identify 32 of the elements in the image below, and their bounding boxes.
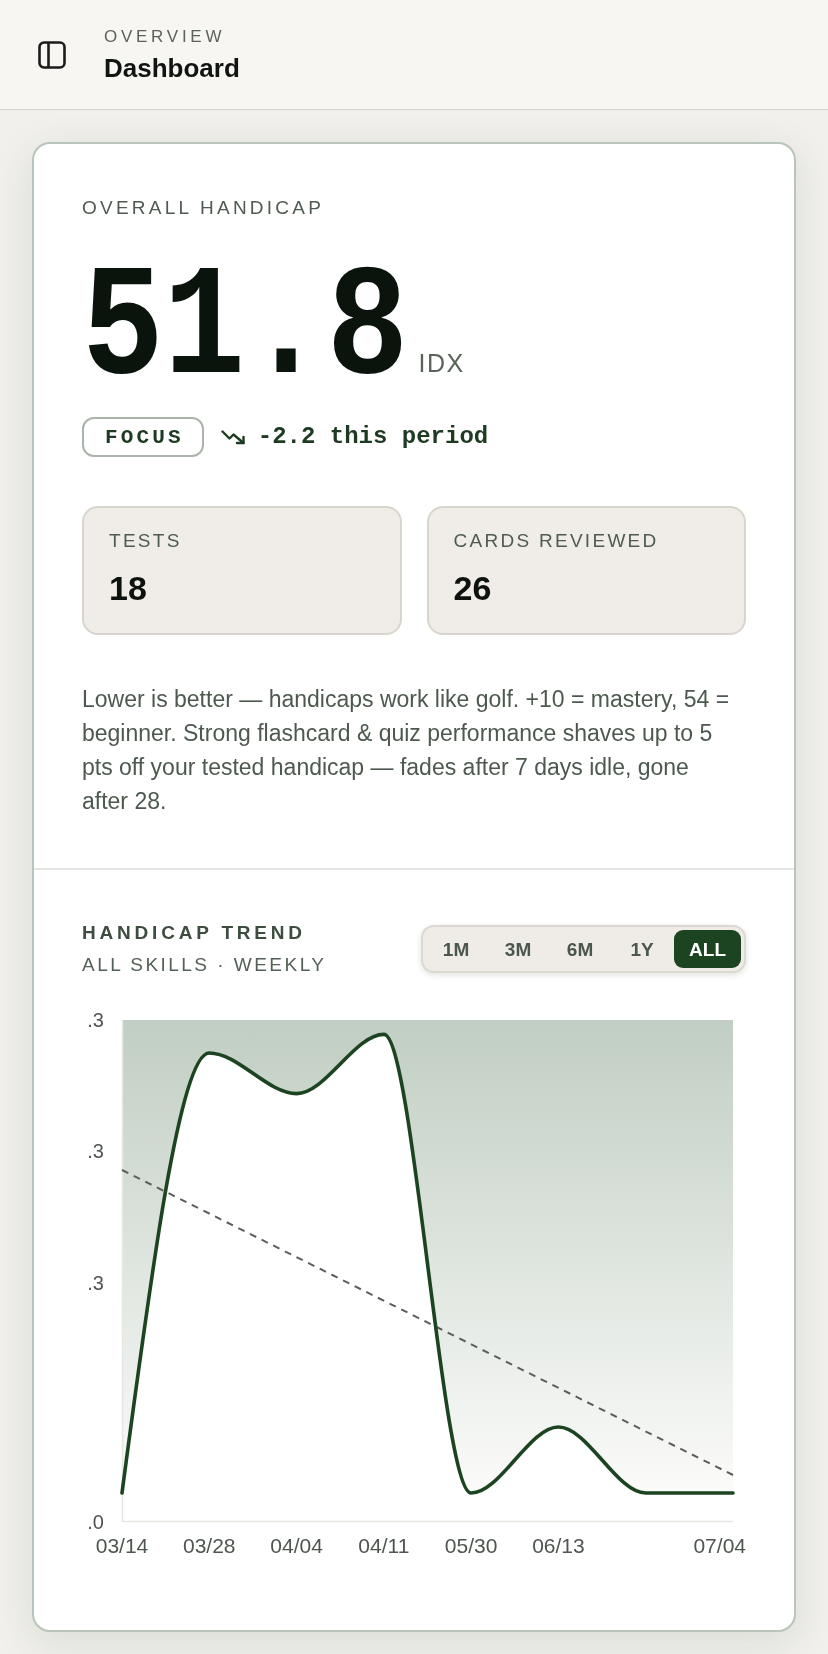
sidebar-icon[interactable] xyxy=(38,40,66,69)
y-axis-label: .3 xyxy=(86,1009,104,1031)
y-axis-label: .3 xyxy=(86,1272,104,1294)
range-tab[interactable]: 1M xyxy=(426,930,487,968)
info-text: Lower is better — handicaps work like golf. +10 = mastery, 54 = beginner. Strong flashcard & quiz performance shaves up to 5 pts off your tested handicap — fades after 7 days idle, gone after 28. xyxy=(82,685,731,816)
x-axis-label: 04/04 xyxy=(270,1534,323,1558)
y-axis-label: .3 xyxy=(86,1140,104,1162)
stat-label: CARDS REVIEWED xyxy=(453,530,660,552)
mode-badge: FOCUS xyxy=(82,417,204,457)
x-axis-label: 05/30 xyxy=(444,1534,498,1558)
handicap-value: 51.8 xyxy=(82,251,409,410)
stat-value: 26 xyxy=(453,568,493,608)
section-subtitle: ALL SKILLS · WEEKLY xyxy=(82,954,327,976)
range-tab[interactable]: 1Y xyxy=(612,930,673,968)
metric-label: OVERALL HANDICAP xyxy=(82,198,326,218)
x-axis-label: 03/28 xyxy=(183,1534,236,1558)
x-axis-label: 07/04 xyxy=(693,1534,746,1558)
range-tab[interactable]: ALL xyxy=(674,930,741,968)
stat-value: 18 xyxy=(109,568,148,608)
change-text: -2.2 this period xyxy=(257,425,489,449)
page-title: Dashboard xyxy=(104,52,240,83)
section-title: HANDICAP TREND xyxy=(82,922,307,944)
x-axis-label: 06/13 xyxy=(532,1534,585,1558)
x-axis-label: 04/11 xyxy=(358,1534,410,1558)
y-axis-label: .0 xyxy=(86,1511,104,1533)
range-tab[interactable]: 3M xyxy=(488,930,549,968)
x-axis-label: 03/14 xyxy=(95,1534,149,1558)
stat-label: TESTS xyxy=(109,530,183,552)
trend-down-icon xyxy=(220,429,247,445)
page-eyebrow: OVERVIEW xyxy=(104,26,227,47)
range-tab[interactable]: 6M xyxy=(550,930,611,968)
unit-label: IDX xyxy=(418,351,465,376)
